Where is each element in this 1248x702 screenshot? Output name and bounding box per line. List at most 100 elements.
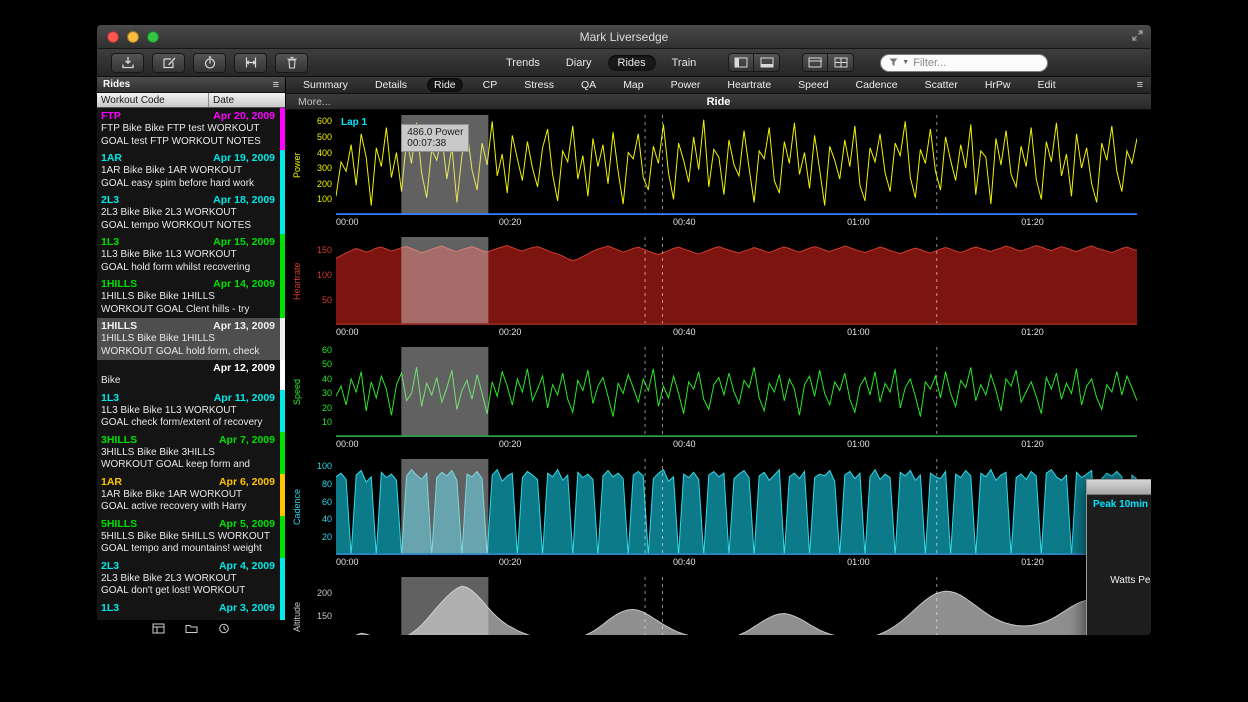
power-plot[interactable]: Lap 1 486.0 Power 00:07:38 [336,115,1137,215]
tabbed-view-button[interactable] [802,53,828,72]
view-tab[interactable]: HrPw [978,78,1018,92]
manual-entry-button[interactable] [152,53,185,73]
view-tab[interactable]: Speed [791,78,835,92]
ride-date: Apr 18, 2009 [213,194,275,207]
view-tab[interactable]: QA [574,78,603,92]
speed-axis-label: Speed [292,347,304,437]
view-tab[interactable]: Details [368,78,414,92]
view-tab[interactable]: Heartrate [720,78,778,92]
ride-list-item[interactable]: 1AR Apr 19, 2009 1AR Bike Bike 1AR WORKO… [97,150,285,192]
ride-desc-line1: FTP Bike Bike FTP test WORKOUT [101,123,275,136]
view-tab[interactable]: Power [664,78,708,92]
ride-desc-line2: WORKOUT GOAL Clent hills - try [101,304,275,317]
view-tab[interactable]: CP [476,78,505,92]
lap-label: Lap 1 [341,117,367,128]
ride-color-stripe [280,474,285,516]
ride-list-item[interactable]: FTP Apr 20, 2009 FTP Bike Bike FTP test … [97,108,285,150]
heartrate-xticks: 00:0000:2000:4001:0001:20 [336,325,1137,339]
delete-ride-button[interactable] [275,53,308,73]
sidebar-menu-icon[interactable]: ≡ [273,79,279,91]
ride-color-stripe [280,234,285,276]
altitude-plot[interactable] [336,577,1137,636]
view-tab[interactable]: Cadence [849,78,905,92]
filter-input[interactable]: ▼ Filter... [880,54,1048,72]
heartrate-yticks: 50100150 [304,237,336,325]
ride-desc-line2: GOAL active recovery with Harry [101,501,275,514]
stopwatch-button[interactable] [193,53,226,73]
rides-sidebar: Rides ≡ Workout Code Date FTP Apr 20, 2 [97,77,286,636]
view-tab[interactable]: Ride [427,78,463,92]
scope-tab[interactable]: Trends [496,55,550,71]
toggle-bottombar-button[interactable] [754,53,780,72]
main-content: Rides ≡ Workout Code Date FTP Apr 20, 2 [97,77,1151,636]
metric-label: W' Work [1093,558,1151,573]
ride-list-item[interactable]: 1L3 Apr 11, 2009 1L3 Bike Bike 1L3 WORKO… [97,390,285,432]
view-tab[interactable]: Edit [1031,78,1063,92]
ride-code: 1HILLS [101,320,137,333]
ride-list-item[interactable]: 1L3 Apr 3, 2009 [97,600,285,621]
metric-label: Work [1093,543,1151,558]
ride-list-item[interactable]: 2L3 Apr 18, 2009 2L3 Bike Bike 2L3 WORKO… [97,192,285,234]
power-axis-label: Power [292,115,304,215]
ride-list-item[interactable]: 3HILLS Apr 7, 2009 3HILLS Bike Bike 3HIL… [97,432,285,474]
ride-code: 1AR [101,476,122,489]
ride-date: Apr 5, 2009 [219,518,275,531]
ride-list-item[interactable]: 5HILLS Apr 5, 2009 5HILLS Bike Bike 5HIL… [97,516,285,558]
download-ride-button[interactable] [111,53,144,73]
folder-icon[interactable] [185,623,198,634]
ride-desc-line2: GOAL check form/extent of recovery [101,417,275,430]
column-date[interactable]: Date [209,95,285,106]
sidebar-toggle-group [728,53,780,72]
ride-list-item[interactable]: 1L3 Apr 15, 2009 1L3 Bike Bike 1L3 WORKO… [97,234,285,276]
ride-desc-line2: GOAL tempo and mountains! weight [101,543,275,556]
scope-tab[interactable]: Diary [556,55,602,71]
cadence-plot[interactable] [336,459,1137,555]
ride-code: 2L3 [101,560,119,573]
ride-date: Apr 11, 2009 [214,392,275,405]
ride-list-item[interactable]: 1HILLS Apr 13, 2009 1HILLS Bike Bike 1HI… [97,318,285,360]
intervals-tool-button[interactable] [234,53,267,73]
ride-list-item[interactable]: 2L3 Apr 4, 2009 2L3 Bike Bike 2L3 WORKOU… [97,558,285,600]
ride-desc-line2: WORKOUT GOAL hold form, check [101,346,275,359]
view-style-group [802,53,854,72]
history-clock-icon[interactable] [218,623,230,634]
interval-heading[interactable]: Peak 10min (298 watts) [1093,499,1151,510]
view-tab[interactable]: Summary [296,78,355,92]
interval-metric-row: Watts Per Kilogram 3.72 w/kg [1093,573,1151,588]
scope-tab[interactable]: Rides [608,55,656,71]
ride-list-item[interactable]: Apr 12, 2009 Bike [97,360,285,390]
ride-navigator-icon[interactable] [152,623,165,634]
speed-plot[interactable] [336,347,1137,437]
ride-list-item[interactable]: 1AR Apr 6, 2009 1AR Bike Bike 1AR WORKOU… [97,474,285,516]
intervals-popup-title[interactable]: Intervals [1087,480,1151,495]
ride-list-item[interactable]: 1HILLS Apr 14, 2009 1HILLS Bike Bike 1HI… [97,276,285,318]
column-workout-code[interactable]: Workout Code [97,93,209,107]
ride-desc-line1: 1L3 Bike Bike 1L3 WORKOUT [101,405,275,418]
ride-date: Apr 13, 2009 [213,320,275,333]
ride-desc-line1: 3HILLS Bike Bike 3HILLS [101,447,275,460]
fullscreen-icon[interactable] [1132,30,1143,41]
power-chart: Power 100200300400500600 Lap 1 486.0 Pow… [292,115,1137,229]
filter-dropdown-arrow-icon[interactable]: ▼ [902,59,909,66]
metric-label: Watts Per Kilogram [1093,573,1151,588]
ride-date: Apr 6, 2009 [219,476,275,489]
intervals-popup[interactable]: Intervals Peak 10min (298 watts) Duratio… [1086,479,1151,636]
ride-code: 1HILLS [101,278,137,291]
ride-desc-line2: GOAL hold form whilst recovering [101,262,275,275]
ride-desc-line1: 2L3 Bike Bike 2L3 WORKOUT [101,207,275,220]
ride-color-stripe [280,108,285,150]
tiled-view-button[interactable] [828,53,854,72]
scope-tab[interactable]: Train [662,55,707,71]
toolbar: Trends Diary Rides Train [97,49,1151,77]
heartrate-plot[interactable] [336,237,1137,325]
metric-label: NP [1093,588,1151,603]
toggle-sidebar-button[interactable] [728,53,754,72]
ride-code: 1L3 [101,602,119,615]
interval-metric-row: NP 308 watts [1093,588,1151,603]
view-tab[interactable]: Scatter [918,78,965,92]
speed-xticks: 00:0000:2000:4001:0001:20 [336,437,1137,451]
chart-menu-icon[interactable]: ≡ [1137,79,1143,91]
view-tab[interactable]: Stress [517,78,561,92]
view-tab[interactable]: Map [616,78,650,92]
ride-code: 1L3 [101,236,119,249]
